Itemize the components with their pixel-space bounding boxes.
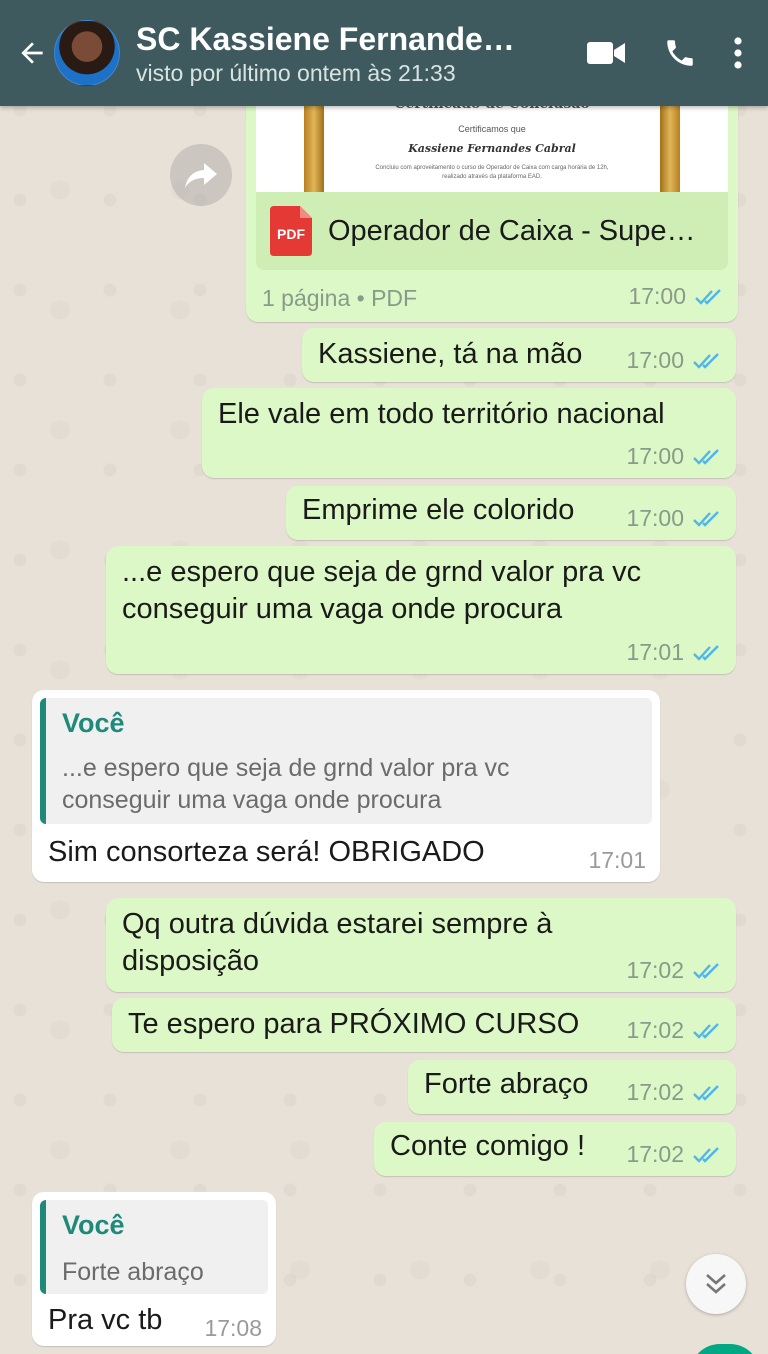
message-bubble[interactable]: Emprime ele colorido 17:00: [286, 486, 736, 540]
certificate-body: Concluiu com aproveitamento o curso de O…: [375, 165, 609, 180]
message-bubble[interactable]: Te espero para PRÓXIMO CURSO 17:02: [112, 998, 736, 1052]
pdf-file-icon: PDF: [270, 206, 312, 256]
contact-info[interactable]: SC Kassiene Fernandes… visto por último …: [136, 20, 562, 87]
message-time: 17:01: [588, 847, 646, 873]
message-meta: 17:00: [626, 443, 722, 470]
double-chevron-down-icon: [706, 1274, 726, 1294]
message-time: 17:02: [626, 1017, 684, 1043]
message-meta: 17:02: [626, 1079, 722, 1106]
double-check-icon: [693, 1084, 719, 1101]
document-file-name: Operador de Caixa - Supe…: [328, 214, 696, 247]
message-text: Ele vale em todo território nacional: [218, 398, 665, 430]
double-check-icon: [693, 962, 719, 979]
message-bubble[interactable]: Kassiene, tá na mão 17:00: [302, 328, 736, 382]
message-meta: 17:02: [626, 1017, 722, 1044]
scroll-to-bottom-button[interactable]: [686, 1254, 746, 1314]
message-meta: 17:01: [626, 639, 722, 666]
message-bubble[interactable]: ...e espero que seja de grnd valor pra v…: [106, 546, 736, 674]
document-file-row[interactable]: PDF Operador de Caixa - Supe…: [256, 192, 728, 270]
double-check-icon: [693, 352, 719, 369]
double-check-icon: [693, 644, 719, 661]
message-text: ...e espero que seja de grnd valor pra v…: [122, 556, 642, 625]
message-text: Sim consorteza será! OBRIGADO: [48, 836, 485, 868]
voice-call-button[interactable]: [650, 23, 710, 83]
message-time: 17:00: [626, 443, 684, 469]
message-meta: 17:00: [626, 505, 722, 532]
message-text: Kassiene, tá na mão: [318, 338, 583, 370]
message-meta: 17:02: [626, 957, 722, 984]
message-time: 17:02: [626, 1141, 684, 1167]
message-meta: 17:00: [628, 283, 724, 310]
message-bubble-incoming[interactable]: Você Forte abraço Pra vc tb 17:08: [32, 1192, 276, 1346]
message-text: Conte comigo !: [390, 1130, 586, 1162]
contact-name: SC Kassiene Fernandes…: [136, 20, 516, 57]
quote-author: Você: [62, 708, 125, 738]
back-button[interactable]: [10, 23, 54, 83]
quote-author: Você: [62, 1210, 125, 1240]
message-bubble[interactable]: Qq outra dúvida estarei sempre à disposi…: [106, 898, 736, 992]
message-meta: 17:00: [626, 347, 722, 374]
message-time: 17:02: [626, 957, 684, 983]
message-text: Pra vc tb: [48, 1304, 163, 1336]
message-bubble-incoming[interactable]: Você ...e espero que seja de grnd valor …: [32, 690, 660, 882]
message-meta: 17:01: [588, 847, 646, 874]
message-text: Qq outra dúvida estarei sempre à disposi…: [122, 908, 553, 977]
quote-text: Forte abraço: [62, 1258, 204, 1286]
video-camera-icon: [587, 42, 625, 64]
message-meta: 17:08: [204, 1315, 262, 1342]
certificate-name: Kassiene Fernandes Cabral: [408, 142, 576, 155]
quoted-message[interactable]: Você Forte abraço: [40, 1200, 268, 1294]
message-meta: 17:02: [626, 1141, 722, 1168]
message-time: 17:00: [626, 347, 684, 373]
pdf-file-type: PDF: [277, 226, 305, 242]
message-time: 17:02: [626, 1079, 684, 1105]
avatar[interactable]: [54, 20, 120, 86]
message-time: 17:08: [204, 1315, 262, 1341]
more-vert-icon: [734, 37, 742, 69]
message-bubble[interactable]: Ele vale em todo território nacional 17:…: [202, 388, 736, 478]
last-seen-status: visto por último ontem às 21:33: [136, 59, 456, 86]
quoted-message[interactable]: Você ...e espero que seja de grnd valor …: [40, 698, 652, 824]
message-time: 17:00: [628, 283, 686, 309]
double-check-icon: [695, 288, 721, 305]
message-time: 17:01: [626, 639, 684, 665]
phone-icon: [667, 40, 693, 66]
message-text: Te espero para PRÓXIMO CURSO: [128, 1008, 580, 1040]
document-preview[interactable]: Certificado de Conclusão Certificamos qu…: [256, 96, 728, 192]
chat-header: SC Kassiene Fernandes… visto por último …: [0, 0, 768, 106]
message-text: Emprime ele colorido: [302, 494, 575, 526]
certificate-intro: Certificamos que: [458, 124, 526, 134]
document-info: 1 página • PDF: [262, 285, 418, 311]
forward-icon: [185, 163, 217, 188]
quote-text: ...e espero que seja de grnd valor pra v…: [62, 754, 510, 814]
message-text: Forte abraço: [424, 1068, 589, 1100]
message-bubble[interactable]: Conte comigo ! 17:02: [374, 1122, 736, 1176]
double-check-icon: [693, 1022, 719, 1039]
message-bubble[interactable]: Forte abraço 17:02: [408, 1060, 736, 1114]
double-check-icon: [693, 510, 719, 527]
forward-button[interactable]: [170, 144, 232, 206]
message-time: 17:00: [626, 505, 684, 531]
double-check-icon: [693, 448, 719, 465]
video-call-button[interactable]: [576, 23, 636, 83]
double-check-icon: [693, 1146, 719, 1163]
menu-button[interactable]: [718, 23, 758, 83]
document-message[interactable]: Certificado de Conclusão Certificamos qu…: [246, 96, 738, 322]
arrow-left-icon: [21, 42, 43, 64]
